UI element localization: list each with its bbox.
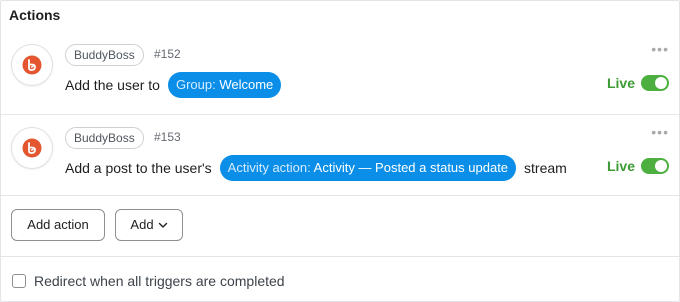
sentence-text: Add the user to: [65, 77, 160, 93]
action-token[interactable]: Group: Welcome: [167, 72, 282, 98]
live-toggle[interactable]: [641, 75, 669, 91]
chevron-down-icon: [158, 211, 168, 241]
sentence-text-after: stream: [524, 160, 567, 176]
status-control[interactable]: Live: [607, 158, 669, 174]
add-button-label: Add: [130, 217, 154, 232]
action-sentence: Add a post to the user's Activity action…: [65, 155, 567, 181]
buddyboss-logo-icon: [11, 127, 53, 169]
action-id: #152: [154, 47, 181, 61]
integration-chip: BuddyBoss: [65, 127, 144, 149]
live-toggle[interactable]: [641, 158, 669, 174]
actions-panel: Actions BuddyBoss #152 ••• Add the user …: [0, 0, 680, 302]
redirect-label[interactable]: Redirect when all triggers are completed: [34, 273, 285, 289]
redirect-checkbox[interactable]: [12, 274, 26, 288]
action-sentence: Add the user to Group: Welcome: [65, 72, 282, 98]
toggle-knob: [655, 77, 667, 89]
token-name: Group:: [175, 77, 216, 92]
more-horizontal-icon[interactable]: •••: [651, 125, 669, 139]
token-value: Welcome: [219, 77, 274, 92]
action-id: #153: [154, 130, 181, 144]
status-label: Live: [606, 158, 635, 174]
more-horizontal-icon[interactable]: •••: [651, 42, 669, 56]
actions-toolbar: Add action Add: [1, 195, 679, 256]
add-action-button[interactable]: Add action: [11, 209, 105, 241]
status-control[interactable]: Live: [607, 75, 669, 91]
integration-chip: BuddyBoss: [65, 44, 144, 66]
status-label: Live: [606, 75, 635, 91]
toggle-knob: [655, 160, 667, 172]
token-value: Activity — Posted a status update: [313, 160, 509, 175]
buddyboss-logo-icon: [11, 44, 53, 86]
redirect-option: Redirect when all triggers are completed: [1, 256, 679, 301]
token-name: Activity action:: [227, 160, 311, 175]
sentence-text: Add a post to the user's: [65, 160, 212, 176]
action-token[interactable]: Activity action: Activity — Posted a sta…: [219, 155, 517, 181]
add-dropdown-button[interactable]: Add: [115, 209, 183, 241]
action-item[interactable]: BuddyBoss #152 ••• Add the user to Group…: [1, 32, 679, 112]
action-item[interactable]: BuddyBoss #153 ••• Add a post to the use…: [1, 114, 679, 194]
panel-title: Actions: [9, 7, 61, 23]
